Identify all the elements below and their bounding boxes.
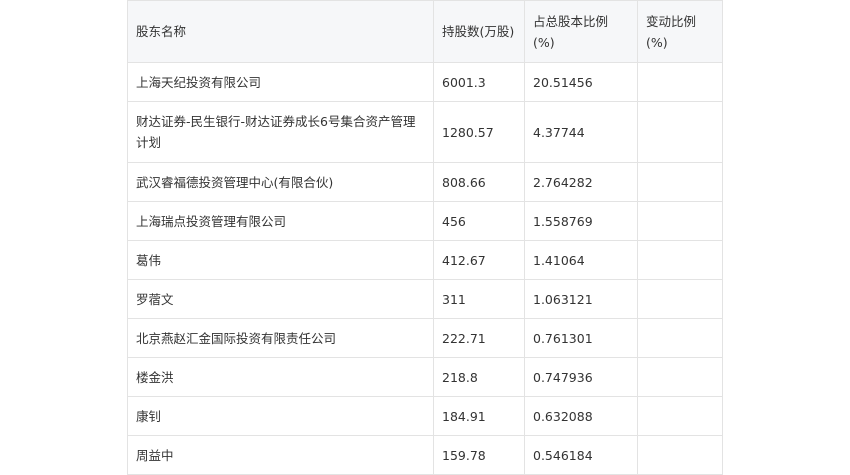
cell-shares-held: 159.78 <box>433 435 525 475</box>
cell-shareholder-name: 康钊 <box>127 396 434 436</box>
table-row: 楼金洪 218.8 0.747936 <box>127 357 723 397</box>
cell-shares-held: 6001.3 <box>433 62 525 102</box>
table-header-row: 股东名称 持股数(万股) 占总股本比例(%) 变动比例(%) <box>127 0 723 63</box>
cell-change-ratio <box>637 101 723 163</box>
table-row: 财达证券-民生银行-财达证券成长6号集合资产管理计划 1280.57 4.377… <box>127 101 723 163</box>
cell-share-ratio: 1.41064 <box>524 240 638 280</box>
cell-change-ratio <box>637 435 723 475</box>
header-shareholder-name: 股东名称 <box>127 0 434 63</box>
cell-change-ratio <box>637 279 723 319</box>
table-row: 罗蓿文 311 1.063121 <box>127 279 723 319</box>
cell-shares-held: 184.91 <box>433 396 525 436</box>
cell-change-ratio <box>637 162 723 202</box>
table-row: 上海瑞点投资管理有限公司 456 1.558769 <box>127 201 723 241</box>
cell-share-ratio: 1.063121 <box>524 279 638 319</box>
cell-shares-held: 1280.57 <box>433 101 525 163</box>
cell-share-ratio: 20.51456 <box>524 62 638 102</box>
table-row: 北京燕赵汇金国际投资有限责任公司 222.71 0.761301 <box>127 318 723 358</box>
cell-shares-held: 456 <box>433 201 525 241</box>
cell-shareholder-name: 周益中 <box>127 435 434 475</box>
cell-change-ratio <box>637 396 723 436</box>
cell-change-ratio <box>637 357 723 397</box>
cell-change-ratio <box>637 318 723 358</box>
table-row: 上海天纪投资有限公司 6001.3 20.51456 <box>127 62 723 102</box>
cell-shares-held: 222.71 <box>433 318 525 358</box>
cell-shareholder-name: 楼金洪 <box>127 357 434 397</box>
shareholder-table: 股东名称 持股数(万股) 占总股本比例(%) 变动比例(%) 上海天纪投资有限公… <box>127 0 723 475</box>
cell-shares-held: 218.8 <box>433 357 525 397</box>
cell-share-ratio: 0.546184 <box>524 435 638 475</box>
cell-shareholder-name: 财达证券-民生银行-财达证券成长6号集合资产管理计划 <box>127 101 434 163</box>
cell-shares-held: 311 <box>433 279 525 319</box>
cell-share-ratio: 0.632088 <box>524 396 638 436</box>
cell-share-ratio: 4.37744 <box>524 101 638 163</box>
header-shares-held: 持股数(万股) <box>433 0 525 63</box>
table-row: 葛伟 412.67 1.41064 <box>127 240 723 280</box>
header-change-ratio: 变动比例(%) <box>637 0 723 63</box>
table-row: 周益中 159.78 0.546184 <box>127 435 723 475</box>
cell-share-ratio: 0.747936 <box>524 357 638 397</box>
cell-share-ratio: 0.761301 <box>524 318 638 358</box>
table-row: 康钊 184.91 0.632088 <box>127 396 723 436</box>
cell-change-ratio <box>637 240 723 280</box>
cell-shareholder-name: 葛伟 <box>127 240 434 280</box>
cell-shareholder-name: 上海瑞点投资管理有限公司 <box>127 201 434 241</box>
cell-change-ratio <box>637 62 723 102</box>
cell-share-ratio: 2.764282 <box>524 162 638 202</box>
cell-share-ratio: 1.558769 <box>524 201 638 241</box>
cell-shareholder-name: 罗蓿文 <box>127 279 434 319</box>
cell-shareholder-name: 武汉睿福德投资管理中心(有限合伙) <box>127 162 434 202</box>
shareholder-table-container: 股东名称 持股数(万股) 占总股本比例(%) 变动比例(%) 上海天纪投资有限公… <box>127 0 723 475</box>
cell-shares-held: 412.67 <box>433 240 525 280</box>
cell-shareholder-name: 上海天纪投资有限公司 <box>127 62 434 102</box>
cell-shares-held: 808.66 <box>433 162 525 202</box>
cell-shareholder-name: 北京燕赵汇金国际投资有限责任公司 <box>127 318 434 358</box>
cell-change-ratio <box>637 201 723 241</box>
table-row: 武汉睿福德投资管理中心(有限合伙) 808.66 2.764282 <box>127 162 723 202</box>
header-share-ratio: 占总股本比例(%) <box>524 0 638 63</box>
